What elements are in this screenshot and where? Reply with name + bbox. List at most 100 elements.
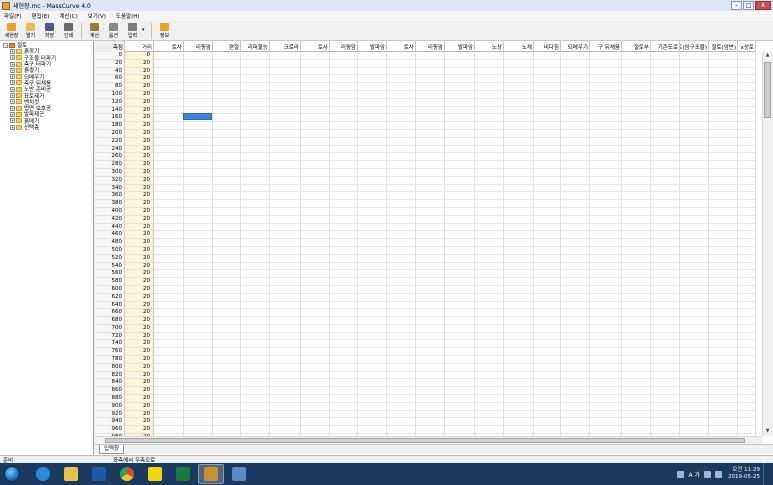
grid-cell[interactable] xyxy=(445,262,475,271)
grid-cell[interactable] xyxy=(475,122,504,130)
grid-cell[interactable] xyxy=(590,387,622,396)
grid-cell[interactable] xyxy=(709,356,738,364)
grid-cell[interactable] xyxy=(738,301,756,310)
grid-cell[interactable] xyxy=(154,254,184,263)
grid-cell[interactable] xyxy=(358,59,387,68)
grid-cell[interactable] xyxy=(590,324,622,333)
grid-cell[interactable] xyxy=(241,402,270,411)
grid-cell[interactable] xyxy=(534,67,561,76)
grid-cell[interactable] xyxy=(651,379,680,388)
grid-cell[interactable] xyxy=(213,129,241,138)
grid-cell[interactable] xyxy=(534,168,561,177)
grid-cell[interactable] xyxy=(416,176,445,185)
grid-cell[interactable] xyxy=(680,324,709,333)
grid-cell[interactable] xyxy=(445,98,475,107)
grid-cell[interactable] xyxy=(475,387,504,396)
grid-cell[interactable] xyxy=(709,161,738,169)
grid-cell[interactable] xyxy=(184,176,213,185)
grid-cell[interactable] xyxy=(241,371,270,380)
grid-cell[interactable] xyxy=(738,207,756,216)
grid-cell[interactable] xyxy=(709,122,738,130)
grid-cell[interactable] xyxy=(184,192,213,201)
grid-cell[interactable] xyxy=(241,426,270,435)
toolbar-button-input[interactable]: 입력 xyxy=(123,21,142,40)
grid-cell[interactable] xyxy=(680,410,709,419)
grid-cell[interactable] xyxy=(387,254,416,263)
grid-cell[interactable] xyxy=(184,137,213,146)
grid-cell[interactable] xyxy=(330,317,358,325)
grid-cell[interactable] xyxy=(445,363,475,372)
grid-cell[interactable] xyxy=(738,67,756,76)
grid-cell[interactable] xyxy=(330,215,358,224)
grid-cell[interactable] xyxy=(184,301,213,310)
grid-cell[interactable] xyxy=(534,324,561,333)
grid-cell[interactable] xyxy=(387,356,416,364)
grid-cell[interactable] xyxy=(709,176,738,185)
distance-cell[interactable]: 20 xyxy=(125,223,154,232)
grid-cell[interactable] xyxy=(241,379,270,388)
grid-cell[interactable] xyxy=(154,83,184,91)
grid-cell[interactable] xyxy=(241,223,270,232)
distance-cell[interactable]: 0 xyxy=(125,52,154,60)
grid-cell[interactable] xyxy=(622,317,651,325)
station-cell[interactable]: 720 xyxy=(95,332,125,341)
grid-cell[interactable] xyxy=(504,129,534,138)
station-cell[interactable]: 220 xyxy=(95,137,125,146)
grid-cell[interactable] xyxy=(680,223,709,232)
grid-cell[interactable] xyxy=(651,410,680,419)
grid-cell[interactable] xyxy=(387,301,416,310)
grid-cell[interactable] xyxy=(330,278,358,286)
grid-cell[interactable] xyxy=(590,301,622,310)
grid-cell[interactable] xyxy=(184,418,213,427)
grid-cell[interactable] xyxy=(475,129,504,138)
grid-cell[interactable] xyxy=(330,67,358,76)
grid-cell[interactable] xyxy=(387,410,416,419)
grid-cell[interactable] xyxy=(416,340,445,349)
grid-cell[interactable] xyxy=(590,309,622,318)
grid-cell[interactable] xyxy=(475,246,504,255)
grid-cell[interactable] xyxy=(184,395,213,403)
scroll-up-arrow-icon[interactable]: ▲ xyxy=(762,52,773,58)
grid-cell[interactable] xyxy=(709,52,738,60)
grid-cell[interactable] xyxy=(709,153,738,162)
grid-cell[interactable] xyxy=(680,332,709,341)
grid-cell[interactable] xyxy=(504,293,534,302)
grid-cell[interactable] xyxy=(301,153,330,162)
grid-cell[interactable] xyxy=(154,168,184,177)
distance-cell[interactable]: 20 xyxy=(125,207,154,216)
grid-cell[interactable] xyxy=(416,301,445,310)
grid-cell[interactable] xyxy=(680,246,709,255)
grid-cell[interactable] xyxy=(184,67,213,76)
flag-icon[interactable] xyxy=(715,470,723,478)
grid-cell[interactable] xyxy=(475,106,504,115)
grid-cell[interactable] xyxy=(330,145,358,154)
grid-cell[interactable] xyxy=(561,262,590,271)
grid-cell[interactable] xyxy=(475,75,504,84)
grid-cell[interactable] xyxy=(416,363,445,372)
grid-cell[interactable] xyxy=(301,207,330,216)
grid-cell[interactable] xyxy=(154,122,184,130)
grid-cell[interactable] xyxy=(445,215,475,224)
taskbar-app[interactable] xyxy=(198,464,224,484)
grid-cell[interactable] xyxy=(270,340,301,349)
grid-cell[interactable] xyxy=(416,161,445,169)
grid-cell[interactable] xyxy=(301,293,330,302)
grid-cell[interactable] xyxy=(445,379,475,388)
grid-cell[interactable] xyxy=(561,176,590,185)
grid-cell[interactable] xyxy=(154,348,184,357)
grid-cell[interactable] xyxy=(590,270,622,279)
grid-cell[interactable] xyxy=(475,114,504,123)
grid-cell[interactable] xyxy=(561,402,590,411)
grid-cell[interactable] xyxy=(241,129,270,138)
grid-cell[interactable] xyxy=(387,231,416,240)
grid-cell[interactable] xyxy=(154,114,184,123)
grid-cell[interactable] xyxy=(241,301,270,310)
grid-cell[interactable] xyxy=(709,98,738,107)
grid-cell[interactable] xyxy=(680,340,709,349)
grid-cell[interactable] xyxy=(622,231,651,240)
distance-cell[interactable]: 20 xyxy=(125,200,154,208)
grid-cell[interactable] xyxy=(241,161,270,169)
grid-cell[interactable] xyxy=(154,262,184,271)
close-button[interactable]: X xyxy=(755,1,771,10)
grid-cell[interactable] xyxy=(213,215,241,224)
